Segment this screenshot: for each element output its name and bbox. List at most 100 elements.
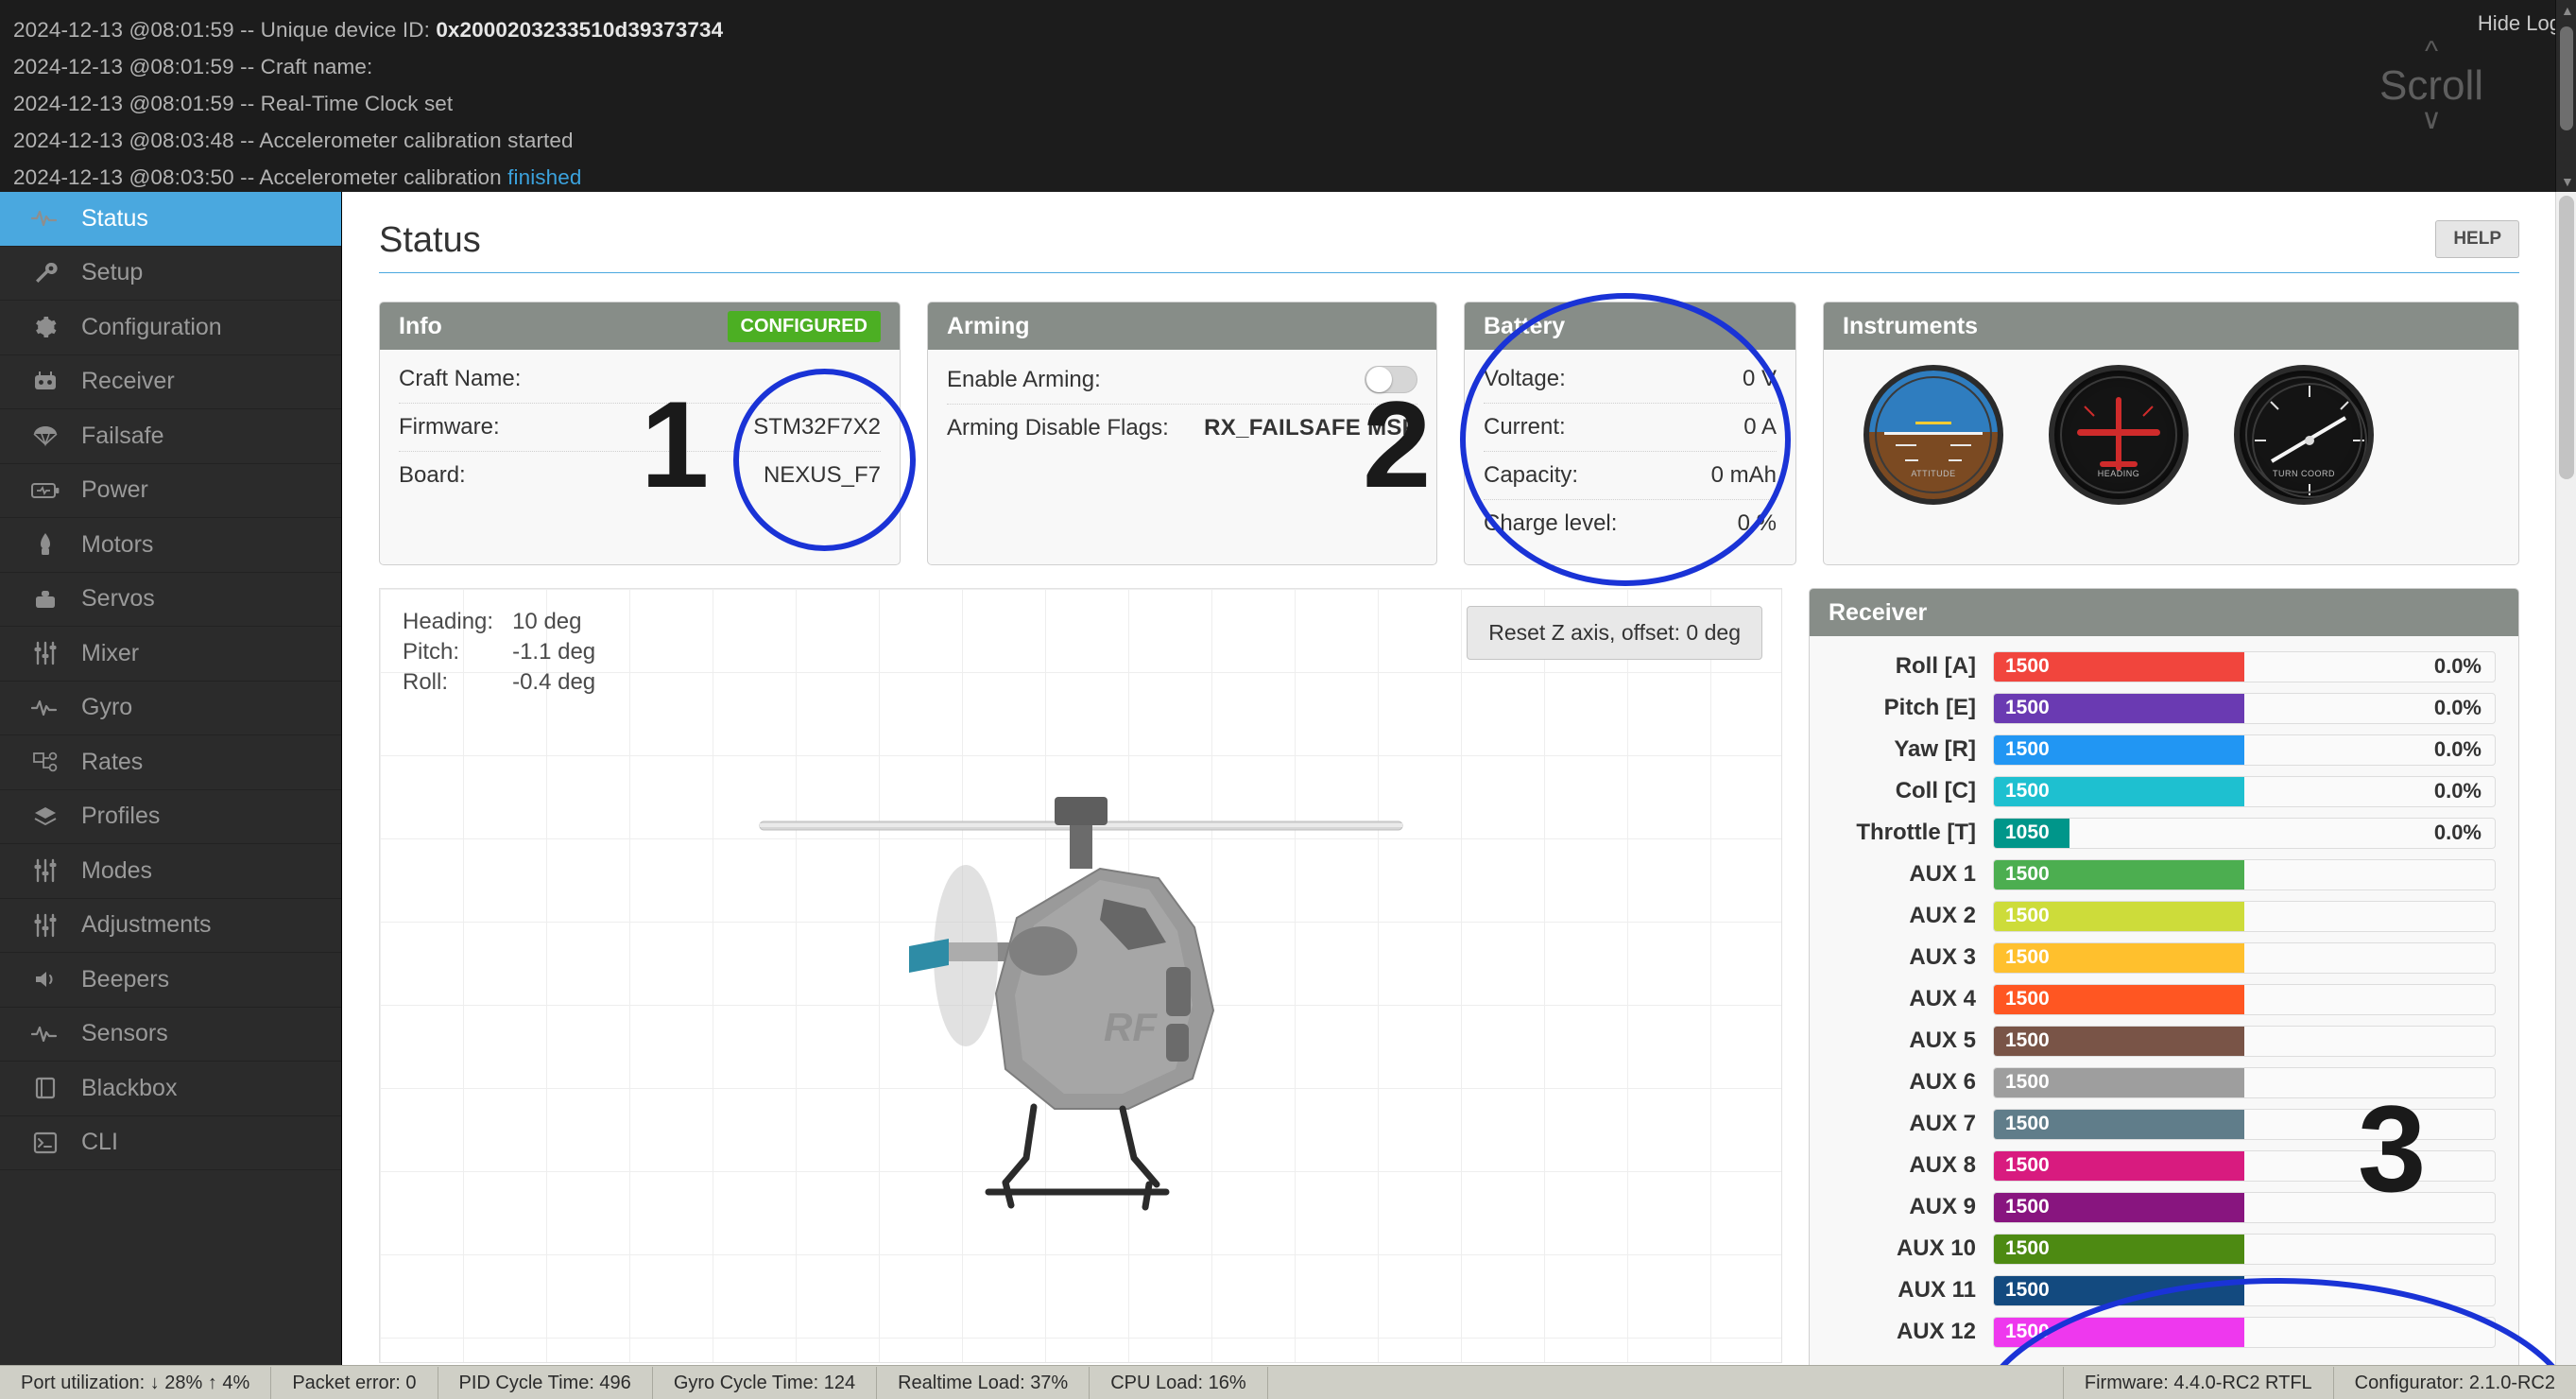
enable-arming-toggle[interactable]: [1365, 366, 1417, 393]
channel-bar: 1500: [1993, 1191, 2496, 1223]
channel-bar-fill: 1500: [1994, 1192, 2244, 1222]
status-bar: Port utilization: ↓ 28% ↑ 4% Packet error…: [0, 1365, 2576, 1399]
channel-value: 1500: [2005, 1113, 2050, 1134]
sidebar-item-setup[interactable]: Setup: [0, 247, 341, 301]
channel-bar-fill: 1050: [1994, 818, 2069, 848]
channel-value: 1500: [2005, 1279, 2050, 1301]
pitch-label: Pitch:: [403, 639, 460, 665]
row-label: Charge level:: [1484, 510, 1618, 536]
receiver-channel-row: AUX 7 1500: [1832, 1103, 2496, 1145]
sidebar-item-servos[interactable]: Servos: [0, 573, 341, 627]
status-bar-item: Realtime Load: 37%: [877, 1366, 1091, 1399]
help-button[interactable]: HELP: [2435, 220, 2519, 258]
channel-label: AUX 10: [1896, 1235, 1976, 1261]
sidebar-item-beepers[interactable]: Beepers: [0, 953, 341, 1008]
info-panel-body: Craft Name: Firmware: STM32F7X2 Board: NEXUS…: [380, 350, 900, 516]
sidebar-item-blackbox[interactable]: Blackbox: [0, 1062, 341, 1116]
sidebar-item-label: Mixer: [81, 639, 140, 666]
log-scrollbar[interactable]: ▲ ▼: [2555, 0, 2576, 192]
pitch-value: -1.1 deg: [512, 639, 596, 665]
terminal-icon: [26, 1129, 64, 1157]
arming-panel-title: Arming: [947, 312, 1030, 339]
receiver-channel-row: AUX 8 1500: [1832, 1145, 2496, 1186]
row-value: 0 V: [1742, 366, 1777, 391]
channel-bar-fill: 1500: [1994, 942, 2244, 973]
battery-panel-title: Battery: [1484, 312, 1566, 339]
scrollbar-up-arrow[interactable]: ▲: [2561, 3, 2574, 18]
info-row: Capacity: 0 mAh: [1484, 452, 1777, 500]
status-bar-left: Port utilization: ↓ 28% ↑ 4% Packet error…: [0, 1366, 1268, 1399]
sidebar-item-mixer[interactable]: Mixer: [0, 627, 341, 682]
channel-value: 1500: [2005, 988, 2050, 1010]
sidebar-item-adjustments[interactable]: Adjustments: [0, 899, 341, 953]
log-scroll-control[interactable]: ^ Scroll ∨: [2342, 38, 2521, 134]
status-bar-item: Firmware: 4.4.0-RC2 RTFL: [2062, 1366, 2333, 1399]
channel-bar: 1500 0.0%: [1993, 692, 2496, 724]
wrench-icon: [26, 259, 64, 287]
chevron-up-icon[interactable]: ^: [2342, 38, 2521, 66]
sidebar-item-label: Blackbox: [81, 1074, 178, 1101]
svg-text:RF: RF: [1104, 1005, 1158, 1049]
channel-value: 1500: [2005, 905, 2050, 926]
sidebar-item-status[interactable]: Status: [0, 192, 341, 247]
sliders-icon: [26, 911, 64, 940]
chevron-down-icon[interactable]: ∨: [2342, 106, 2521, 134]
page-scrollbar[interactable]: [2555, 192, 2576, 1365]
sidebar-item-gyro[interactable]: Gyro: [0, 682, 341, 735]
info-panel: Info CONFIGURED Craft Name: Firmware: STM3…: [379, 302, 901, 565]
transmitter-icon: [26, 368, 64, 396]
channel-bar: 1500: [1993, 1066, 2496, 1098]
status-bar-item: Configurator: 2.1.0-RC2: [2332, 1366, 2576, 1399]
sidebar-item-sensors[interactable]: Sensors: [0, 1008, 341, 1062]
channel-value: 1500: [2005, 1029, 2050, 1051]
sidebar-item-label: Status: [81, 204, 148, 232]
receiver-column: Receiver Roll [A] 1500 0.0% Pitch [E] 1500 0.…: [1809, 588, 2519, 1365]
sidebar-item-modes[interactable]: Modes: [0, 844, 341, 899]
gauge-caption: TURN COORD: [2273, 469, 2335, 478]
instruments-panel-title: Instruments: [1843, 312, 1979, 339]
channel-value: 1500: [2005, 780, 2050, 802]
sidebar-item-configuration[interactable]: Configuration: [0, 301, 341, 355]
enable-arming-label: Enable Arming:: [947, 366, 1101, 392]
sidebar-item-receiver[interactable]: Receiver: [0, 355, 341, 409]
channel-bar-fill: 1500: [1994, 1150, 2244, 1181]
sidebar-item-rates[interactable]: Rates: [0, 735, 341, 790]
scrollbar-thumb[interactable]: [2560, 26, 2573, 130]
channel-bar-fill: 1500: [1994, 651, 2244, 682]
arming-panel: Arming Enable Arming: Arming Disable Fla…: [927, 302, 1437, 565]
page-title: Status: [379, 220, 481, 260]
sidebar-item-cli[interactable]: CLI: [0, 1116, 341, 1170]
instruments-panel-body: ATTITUDE HEADING TURN COORD: [1824, 350, 2518, 522]
heading-value: 10 deg: [512, 609, 582, 634]
heading-indicator-gauge: HEADING: [2049, 365, 2189, 505]
channel-label: AUX 1: [1909, 861, 1976, 887]
reset-z-axis-button[interactable]: Reset Z axis, offset: 0 deg: [1467, 606, 1762, 660]
channel-bar-fill: 1500: [1994, 1234, 2244, 1264]
battery-icon: [26, 476, 64, 505]
status-bar-right: Firmware: 4.4.0-RC2 RTFL Configurator: 2.…: [2062, 1366, 2576, 1399]
sidebar-item-motors[interactable]: Motors: [0, 518, 341, 573]
instruments-panel-header: Instruments: [1824, 302, 2518, 350]
scrollbar-down-arrow[interactable]: ▼: [2561, 174, 2574, 189]
sidebar-item-label: Motors: [81, 530, 154, 558]
channel-bar: 1050 0.0%: [1993, 817, 2496, 849]
page-scrollbar-thumb[interactable]: [2559, 196, 2574, 479]
hide-log-button[interactable]: Hide Log: [2478, 11, 2561, 36]
toggle-knob: [1366, 367, 1392, 392]
row-label: Capacity:: [1484, 462, 1579, 488]
sidebar-item-failsafe[interactable]: Failsafe: [0, 409, 341, 464]
sidebar-item-profiles[interactable]: Profiles: [0, 790, 341, 844]
channel-bar: 1500: [1993, 858, 2496, 890]
channel-bar: 1500: [1993, 1025, 2496, 1057]
receiver-channel-row: AUX 12 1500: [1832, 1311, 2496, 1353]
gauge-caption: HEADING: [2097, 469, 2140, 478]
channel-bar: 1500 0.0%: [1993, 734, 2496, 766]
receiver-channel-row: Pitch [E] 1500 0.0%: [1832, 687, 2496, 729]
sidebar-item-power[interactable]: Power: [0, 464, 341, 518]
battery-panel-body: Voltage: 0 V Current: 0 A Capacity: 0 mAh Char…: [1465, 350, 1795, 564]
receiver-channel-row: Roll [A] 1500 0.0%: [1832, 646, 2496, 687]
channel-value: 1500: [2005, 1196, 2050, 1218]
profiles-icon: [26, 803, 64, 831]
sidebar-item-label: Adjustments: [81, 911, 212, 939]
info-row: Current: 0 A: [1484, 404, 1777, 452]
